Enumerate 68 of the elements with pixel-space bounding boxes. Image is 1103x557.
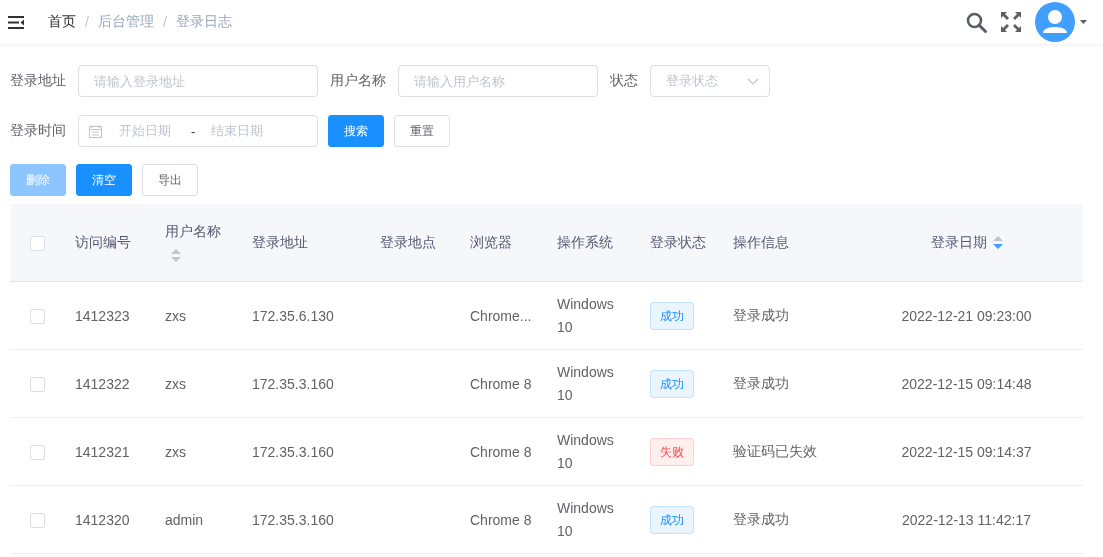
filter-label: 登录时间 — [10, 122, 66, 140]
breadcrumb-item[interactable]: 首页 — [48, 13, 76, 31]
table-cell: 172.35.3.160 — [252, 443, 334, 460]
sort-icon[interactable] — [992, 236, 1003, 249]
status-tag: 成功 — [650, 505, 694, 534]
table-cell: 172.35.3.160 — [252, 375, 334, 392]
table-cell-text: Windows 10 — [557, 294, 615, 337]
table-cell: 2022-12-15 09:14:48 — [901, 375, 1032, 392]
table-cell: 2022-12-15 09:14:37 — [901, 443, 1032, 460]
sort-icon[interactable] — [171, 249, 181, 262]
table-cell: 172.35.3.160 — [252, 511, 334, 528]
row-checkbox[interactable] — [30, 512, 45, 528]
column-header[interactable]: 登录地点 — [380, 233, 436, 252]
avatar-icon[interactable] — [1035, 2, 1075, 42]
table-cell: 1412322 — [75, 375, 130, 392]
filter-label: 状态 — [610, 72, 638, 90]
column-header[interactable]: 浏览器 — [470, 233, 512, 252]
column-header[interactable]: 访问编号 — [75, 233, 131, 252]
table-cell: 1412320 — [75, 511, 130, 528]
row-checkbox[interactable] — [30, 444, 45, 460]
input-field[interactable]: 请输入用户名称 — [398, 65, 598, 97]
caret-icon[interactable] — [1080, 20, 1087, 24]
table-cell: 1412321 — [75, 443, 130, 460]
table-cell: Chrome 8 — [470, 443, 532, 460]
table-cell: zxs — [165, 443, 186, 460]
chevron-down-icon — [747, 77, 759, 85]
table-cell: 登录成功 — [733, 306, 789, 323]
select-all-checkbox[interactable] — [30, 235, 45, 251]
breadcrumb-item: 登录日志 — [175, 13, 232, 31]
table-cell: zxs — [165, 307, 186, 324]
date-range-field[interactable]: 开始日期 - 结束日期 — [78, 115, 318, 147]
row-checkbox[interactable] — [30, 308, 45, 324]
column-header[interactable]: 登录状态 — [650, 233, 706, 252]
table-cell: 2022-12-13 11:42:17 — [902, 511, 1031, 528]
filter-label: 登录地址 — [10, 72, 66, 90]
reset-button[interactable]: 重置 — [394, 115, 450, 147]
status-tag: 成功 — [650, 369, 694, 398]
table-cell: Chrome... — [470, 307, 532, 324]
status-tag: 成功 — [650, 301, 694, 330]
column-header[interactable]: 操作系统 — [557, 233, 613, 252]
table-cell: 1412323 — [75, 307, 130, 324]
table-cell-text: Windows 10 — [557, 498, 615, 541]
row-checkbox[interactable] — [30, 376, 45, 392]
calendar-icon — [89, 124, 102, 138]
input-field[interactable]: 请输入登录地址 — [78, 65, 318, 97]
search-icon[interactable] — [966, 11, 987, 33]
table-cell: 2022-12-21 09:23:00 — [901, 307, 1032, 324]
table-cell: zxs — [165, 375, 186, 392]
column-header[interactable]: 登录地址 — [252, 233, 308, 252]
table-cell: 登录成功 — [733, 374, 789, 391]
breadcrumb-item: 后台管理 — [97, 13, 154, 31]
table-cell: 登录成功 — [733, 510, 789, 527]
action-button[interactable]: 导出 — [142, 164, 198, 196]
table-cell: Chrome 8 — [470, 375, 532, 392]
column-header[interactable]: 登录日期 — [930, 233, 1003, 252]
table-cell-text: Windows 10 — [557, 362, 615, 405]
column-header[interactable]: 操作信息 — [733, 233, 789, 252]
table-cell: admin — [165, 511, 204, 528]
table-cell: 验证码已失效 — [733, 442, 817, 459]
table-cell: Chrome 8 — [470, 511, 532, 528]
status-tag: 失败 — [650, 437, 694, 466]
table-cell-text: Windows 10 — [557, 430, 615, 473]
table-cell: 172.35.6.130 — [252, 307, 334, 324]
fullscreen-icon[interactable] — [1000, 11, 1022, 33]
breadcrumb-separator: / — [162, 14, 167, 30]
filter-label: 用户名称 — [330, 72, 386, 90]
breadcrumb-separator: / — [85, 14, 89, 30]
menu-icon[interactable] — [8, 15, 24, 29]
